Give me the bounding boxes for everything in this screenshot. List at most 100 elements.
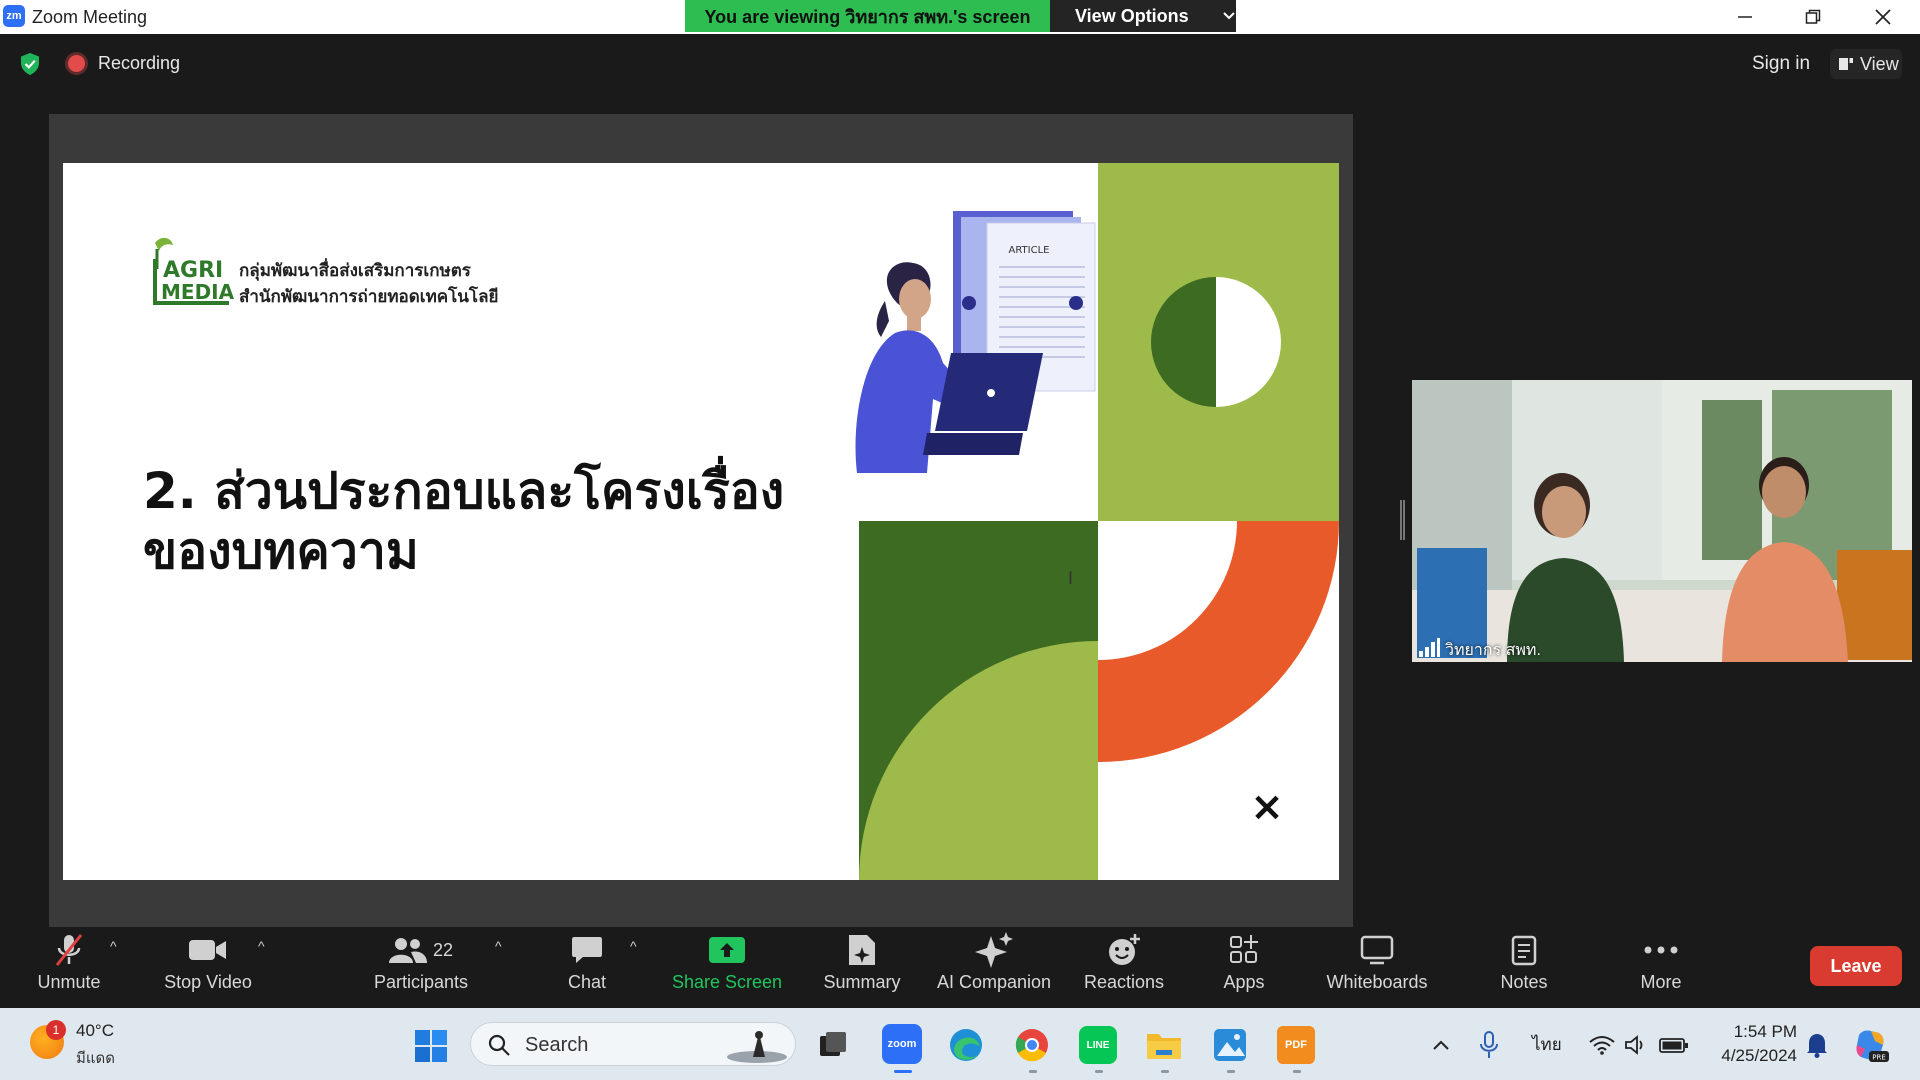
whiteboards-label: Whiteboards <box>1326 972 1428 992</box>
view-options-button[interactable]: View Options <box>1050 0 1236 32</box>
volume-icon[interactable] <box>1617 1026 1655 1064</box>
view-options-label: View Options <box>1075 5 1189 26</box>
participants-label: Participants <box>373 972 469 992</box>
chrome-running-indicator <box>1029 1070 1037 1073</box>
apps-label: Apps <box>1223 972 1265 992</box>
restore-icon <box>1805 9 1821 24</box>
chevron-down-icon <box>1222 12 1235 20</box>
meeting-toolbar: Unmute ^ Stop Video ^ 22 Participants ^ … <box>0 928 1920 1008</box>
recording-indicator-icon <box>68 55 85 72</box>
taskbar-clock-time[interactable]: 1:54 PM <box>1712 1022 1797 1042</box>
photos-app-icon[interactable] <box>1211 1026 1249 1064</box>
svg-text:PRE: PRE <box>1872 1054 1886 1062</box>
chrome-browser-icon[interactable] <box>1013 1026 1051 1064</box>
notes-icon <box>1511 935 1537 966</box>
presentation-slide: AGRI MEDIA กลุ่มพัฒนาสื่อส่งเสริมการเกษต… <box>63 163 1339 880</box>
participant-video-tile[interactable] <box>1412 380 1912 662</box>
summary-label: Summary <box>823 972 901 992</box>
microphone-tray-icon[interactable] <box>1470 1026 1508 1064</box>
unmute-label: Unmute <box>37 972 101 992</box>
participants-icon <box>388 938 427 963</box>
reactions-smiley-icon <box>1109 934 1140 965</box>
slide-title-line1: 2. ส่วนประกอบและโครงเรื่อง <box>143 462 785 520</box>
pdf-app-icon[interactable]: PDF <box>1277 1026 1315 1064</box>
reactions-label: Reactions <box>1083 972 1165 992</box>
microphone-muted-icon <box>55 934 83 966</box>
line-running-indicator <box>1095 1070 1103 1073</box>
participant-name: วิทยากร สพท. <box>1445 642 1541 659</box>
wifi-icon[interactable] <box>1583 1026 1621 1064</box>
notes-button[interactable]: Notes <box>1496 928 1552 1008</box>
more-label: More <box>1640 972 1682 992</box>
ai-companion-button[interactable]: AI Companion <box>932 928 1056 1008</box>
apps-grid-icon <box>1230 935 1258 963</box>
minimize-button[interactable] <box>1715 0 1775 34</box>
org-name-line2: สำนักพัฒนาการถ่ายทอดเทคโนโลยี <box>239 287 499 307</box>
line-app-icon[interactable]: LINE <box>1079 1026 1117 1064</box>
stop-video-label: Stop Video <box>164 972 252 992</box>
edge-browser-icon[interactable] <box>947 1026 985 1064</box>
show-hidden-icons-chevron-icon[interactable] <box>1421 1026 1461 1064</box>
connection-signal-icon <box>1419 638 1440 657</box>
photos-running-indicator <box>1227 1070 1235 1073</box>
encryption-shield-icon[interactable] <box>19 52 41 76</box>
summary-document-icon <box>849 935 875 965</box>
zoom-logo-icon: zm <box>3 5 25 27</box>
participants-options-chevron-icon[interactable]: ^ <box>495 938 502 954</box>
weather-temperature[interactable]: 40°C <box>76 1021 114 1041</box>
weather-notification-badge: 1 <box>46 1020 66 1040</box>
input-language-indicator[interactable]: ไทย <box>1532 1031 1562 1058</box>
video-options-chevron-icon[interactable]: ^ <box>258 938 265 954</box>
chat-options-chevron-icon[interactable]: ^ <box>630 938 637 954</box>
minimize-icon <box>1738 16 1752 18</box>
leave-button[interactable]: Leave <box>1810 946 1902 986</box>
chat-label: Chat <box>567 972 607 992</box>
windows-start-icon[interactable] <box>414 1029 448 1063</box>
chat-bubble-icon <box>572 937 602 963</box>
video-feed-image <box>1412 380 1912 662</box>
viewing-screen-banner: You are viewing วิทยากร สพท.'s screen <box>685 0 1050 32</box>
restore-button[interactable] <box>1783 0 1843 34</box>
weather-condition: มีแดด <box>76 1049 116 1067</box>
windows-taskbar: 1 40°C มีแดด Search zoom LINE PDF ไทย 1:… <box>0 1008 1920 1080</box>
stop-video-button[interactable]: Stop Video <box>158 928 258 1008</box>
view-layout-button[interactable]: View <box>1830 49 1902 79</box>
chat-button[interactable]: Chat <box>560 928 614 1008</box>
org-name-line1: กลุ่มพัฒนาสื่อส่งเสริมการเกษตร <box>239 261 471 281</box>
participants-button[interactable]: 22 Participants <box>370 928 472 1008</box>
taskbar-clock-date[interactable]: 4/25/2024 <box>1700 1046 1797 1066</box>
svg-text:MEDIA: MEDIA <box>161 280 235 304</box>
ai-companion-label: AI Companion <box>936 972 1052 992</box>
notification-bell-icon[interactable] <box>1798 1026 1836 1064</box>
share-screen-button[interactable]: Share Screen <box>672 928 782 1008</box>
explorer-running-indicator <box>1161 1070 1169 1073</box>
battery-icon[interactable] <box>1655 1026 1693 1064</box>
share-screen-label: Share Screen <box>671 972 783 992</box>
close-button[interactable] <box>1853 0 1913 34</box>
panel-resize-handle[interactable] <box>1400 500 1405 540</box>
sign-in-button[interactable]: Sign in <box>1746 51 1816 77</box>
taskbar-search-box[interactable]: Search <box>470 1022 796 1066</box>
reactions-button[interactable]: Reactions <box>1082 928 1166 1008</box>
search-highlight-illustration <box>727 1031 787 1063</box>
pdf-running-indicator <box>1293 1070 1301 1073</box>
slide-title-line2: ของบทความ <box>143 522 419 580</box>
audio-options-chevron-icon[interactable]: ^ <box>110 938 117 954</box>
summary-button[interactable]: Summary <box>818 928 906 1008</box>
close-icon <box>1875 9 1891 25</box>
whiteboards-button[interactable]: Whiteboards <box>1322 928 1432 1008</box>
search-placeholder: Search <box>525 1034 589 1056</box>
more-button[interactable]: More <box>1636 928 1686 1008</box>
apps-button[interactable]: Apps <box>1218 928 1270 1008</box>
file-explorer-icon[interactable] <box>1145 1026 1183 1064</box>
share-screen-icon <box>709 937 745 963</box>
slide-close-mark: × <box>1250 784 1284 830</box>
unmute-button[interactable]: Unmute <box>30 928 108 1008</box>
view-label: View <box>1860 53 1899 74</box>
copilot-icon[interactable]: PRE <box>1852 1026 1890 1064</box>
recording-label[interactable]: Recording <box>98 53 180 74</box>
zoom-taskbar-icon[interactable]: zoom <box>882 1024 922 1064</box>
task-view-icon[interactable] <box>814 1026 852 1064</box>
slide-title: 2. ส่วนประกอบและโครงเรื่อง ของบทความ <box>143 461 803 581</box>
window-title: Zoom Meeting <box>32 7 148 27</box>
